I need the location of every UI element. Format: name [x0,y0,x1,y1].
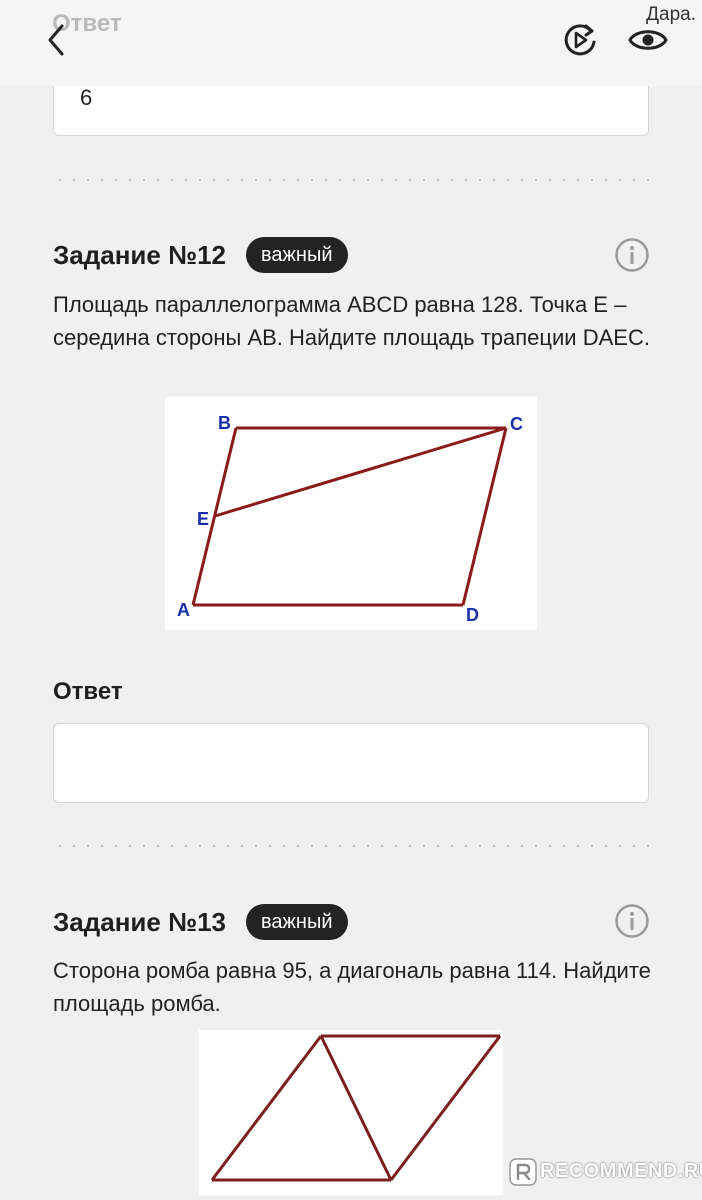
task-12-answer-label: Ответ [53,678,123,705]
task-13-title: Задание №13 [53,907,226,937]
task-12-answer-field[interactable] [53,723,649,803]
segment-ec [214,426,507,518]
rhombus-diagram [210,1034,502,1182]
recommend-watermark: RECOMMEND.RU [508,1154,702,1190]
info-icon [615,904,649,938]
top-bar: Ответ Дара. [0,0,702,86]
task-12-title: Задание №12 [53,240,226,270]
watermark-top: Дара. [646,4,696,25]
task-12-figure: B C E A D [165,397,537,630]
label-b: B [218,413,231,433]
replay-video-button[interactable] [558,18,602,62]
prev-answer-value: 6 [80,85,93,110]
label-c: C [510,414,523,434]
recommend-logo-icon [509,1158,537,1186]
chevron-left-icon [48,24,64,56]
rhombus-diagonal [319,1035,393,1181]
label-d: D [466,605,479,625]
task-13-badge: важный [246,904,348,940]
label-a: A [177,600,190,620]
separator [53,845,649,847]
task-12-badge: важный [246,237,348,273]
task-12-info-button[interactable] [614,237,650,273]
task-13-text: Сторона ромба равна 95, а диагональ равн… [53,958,651,1016]
task-13-info-button[interactable] [614,903,650,939]
task-12-text: Площадь параллелограмма ABCD равна 128. … [53,292,650,350]
info-icon [615,238,649,272]
rhombus-side-3 [389,1035,502,1181]
rhombus-side-1 [210,1035,323,1181]
side-dc [461,427,508,606]
back-button[interactable] [38,20,78,60]
replay-icon [564,24,596,56]
label-e: E [197,509,209,529]
task-13-figure [199,1030,503,1195]
watermark-text: RECOMMEND.RU [540,1160,702,1182]
separator [53,179,649,181]
parallelogram-diagram: B C E A D [177,413,523,625]
